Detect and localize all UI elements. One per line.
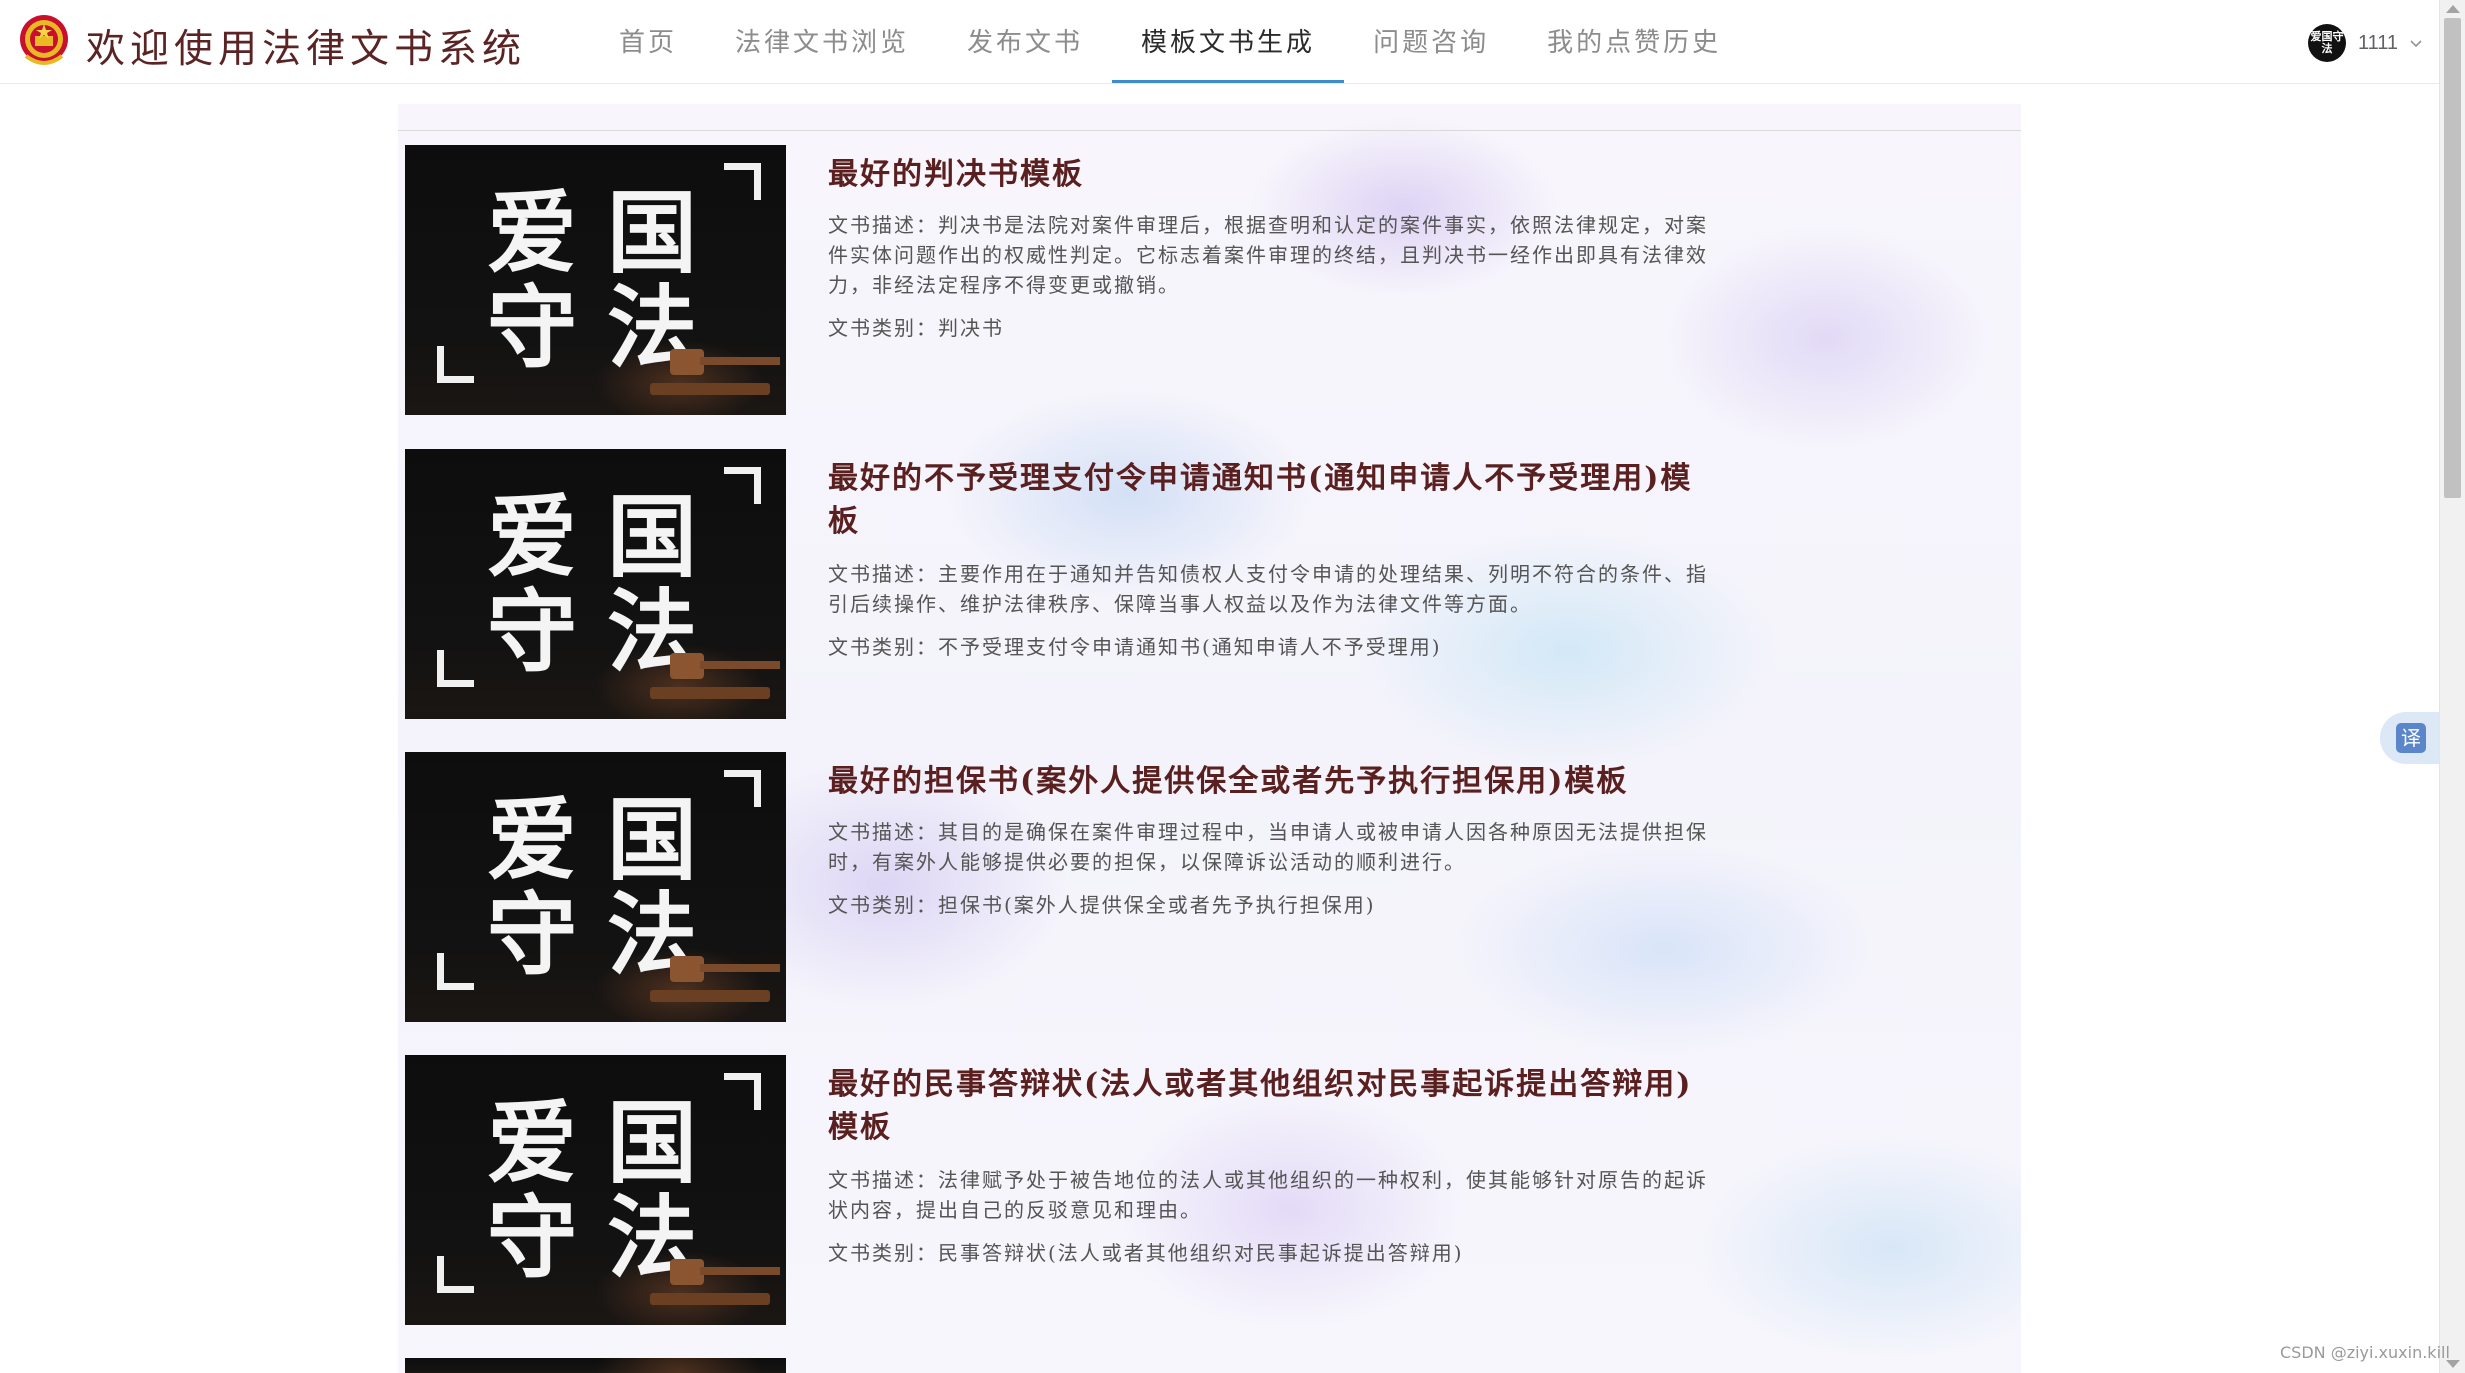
corner-bracket-icon [724, 467, 761, 504]
thumbnail-char: 国 [607, 485, 697, 590]
page-scrollbar[interactable] [2439, 0, 2465, 1373]
document-thumbnail[interactable]: 爱 国 守 法 [405, 145, 786, 415]
gavel-icon [650, 653, 780, 699]
gavel-icon [650, 956, 780, 1002]
document-meta: 文书描述：主要作用在于通知并告知债权人支付令申请的处理结果、列明不符合的条件、指… [828, 559, 1708, 662]
content-divider [398, 130, 2021, 131]
page-root: 欢迎使用法律文书系统 首页 法律文书浏览 发布文书 模板文书生成 问题咨询 我的… [0, 0, 2465, 1373]
nav-browse-documents[interactable]: 法律文书浏览 [706, 0, 938, 83]
corner-bracket-icon [724, 770, 761, 807]
site-title: 欢迎使用法律文书系统 [86, 27, 527, 72]
document-category: 文书类别：判决书 [828, 316, 1004, 340]
translate-button[interactable]: 译 [2380, 712, 2442, 764]
document-category: 文书类别：民事答辩状(法人或者其他组织对民事起诉提出答辩用) [828, 1241, 1464, 1265]
thumbnail-char: 爱 [487, 1091, 577, 1196]
nav-consultation[interactable]: 问题咨询 [1344, 0, 1518, 83]
user-menu[interactable]: 爱国守法 1111 [2308, 24, 2424, 62]
thumbnail-char: 爱 [487, 788, 577, 893]
court-emblem-icon [20, 15, 68, 65]
document-title[interactable]: 最好的民事答辩状(法人或者其他组织对民事起诉提出答辩用)模板 [828, 1063, 1708, 1149]
thumbnail-char: 守 [487, 580, 577, 685]
document-category: 文书类别：不予受理支付令申请通知书(通知申请人不予受理用) [828, 635, 1442, 659]
corner-bracket-icon [437, 346, 474, 383]
nav-home[interactable]: 首页 [590, 0, 706, 83]
document-thumbnail[interactable]: 爱 国 守 法 [405, 752, 786, 1022]
nav-publish-document[interactable]: 发布文书 [938, 0, 1112, 83]
corner-bracket-icon [724, 163, 761, 200]
document-thumbnail[interactable]: 爱 国 守 法 [405, 1055, 786, 1325]
document-card-partial[interactable] [405, 1358, 1805, 1373]
avatar: 爱国守法 [2308, 24, 2346, 62]
thumbnail-char: 爱 [487, 181, 577, 286]
corner-bracket-icon [724, 1073, 761, 1110]
document-meta: 文书描述：其目的是确保在案件审理过程中，当申请人或被申请人因各种原因无法提供担保… [828, 817, 1708, 920]
document-description: 文书描述：主要作用在于通知并告知债权人支付令申请的处理结果、列明不符合的条件、指… [828, 562, 1708, 616]
corner-bracket-icon [437, 953, 474, 990]
document-title[interactable]: 最好的不予受理支付令申请通知书(通知申请人不予受理用)模板 [828, 457, 1708, 543]
document-card[interactable]: 爱 国 守 法 最好的担保书(案外人提供保全或者先予执行担保用)模板 文书描述：… [405, 752, 1805, 1022]
gavel-icon [650, 1259, 780, 1305]
chevron-down-icon [2410, 40, 2422, 48]
document-meta: 文书描述：判决书是法院对案件审理后，根据查明和认定的案件事实，依照法律规定，对案… [828, 210, 1708, 343]
csdn-watermark: CSDN @ziyi.xuxin.kill [2280, 1343, 2450, 1362]
translate-icon: 译 [2396, 723, 2426, 753]
nav-template-generation[interactable]: 模板文书生成 [1112, 0, 1345, 83]
document-thumbnail[interactable] [405, 1358, 786, 1373]
gavel-icon [650, 349, 780, 395]
document-card[interactable]: 爱 国 守 法 最好的判决书模板 文书描述：判决书是法院对案件审理后，根据查明和… [405, 145, 1805, 415]
username: 1111 [2358, 31, 2399, 54]
document-description: 文书描述：判决书是法院对案件审理后，根据查明和认定的案件事实，依照法律规定，对案… [828, 213, 1708, 297]
thumbnail-char: 爱 [487, 485, 577, 590]
scroll-up-icon[interactable] [2446, 5, 2460, 13]
nav-like-history[interactable]: 我的点赞历史 [1518, 0, 1750, 83]
thumbnail-char: 国 [607, 1091, 697, 1196]
corner-bracket-icon [437, 650, 474, 687]
thumbnail-char: 守 [487, 1186, 577, 1291]
document-category: 文书类别：担保书(案外人提供保全或者先予执行担保用) [828, 893, 1376, 917]
document-meta: 文书描述：法律赋予处于被告地位的法人或其他组织的一种权利，使其能够针对原告的起诉… [828, 1165, 1708, 1268]
thumbnail-char: 守 [487, 276, 577, 381]
document-thumbnail[interactable]: 爱 国 守 法 [405, 449, 786, 719]
main-nav: 首页 法律文书浏览 发布文书 模板文书生成 问题咨询 我的点赞历史 [590, 0, 1750, 83]
document-title[interactable]: 最好的担保书(案外人提供保全或者先予执行担保用)模板 [828, 760, 1708, 803]
thumbnail-char: 守 [487, 883, 577, 988]
document-card[interactable]: 爱 国 守 法 最好的不予受理支付令申请通知书(通知申请人不予受理用)模板 文书… [405, 449, 1805, 719]
thumbnail-char: 国 [607, 181, 697, 286]
document-card[interactable]: 爱 国 守 法 最好的民事答辩状(法人或者其他组织对民事起诉提出答辩用)模板 文… [405, 1055, 1805, 1325]
document-description: 文书描述：法律赋予处于被告地位的法人或其他组织的一种权利，使其能够针对原告的起诉… [828, 1168, 1708, 1222]
top-navbar: 欢迎使用法律文书系统 首页 法律文书浏览 发布文书 模板文书生成 问题咨询 我的… [0, 0, 2440, 84]
document-description: 文书描述：其目的是确保在案件审理过程中，当申请人或被申请人因各种原因无法提供担保… [828, 820, 1708, 874]
corner-bracket-icon [437, 1256, 474, 1293]
document-title[interactable]: 最好的判决书模板 [828, 153, 1708, 196]
scroll-thumb[interactable] [2444, 18, 2461, 498]
thumbnail-char: 国 [607, 788, 697, 893]
